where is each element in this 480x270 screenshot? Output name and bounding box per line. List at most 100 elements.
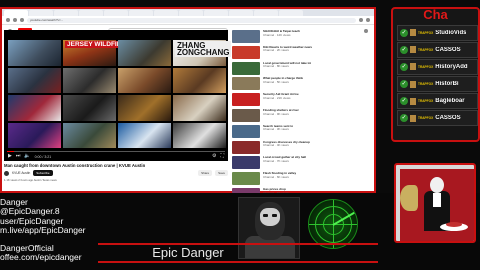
recommendation-text: Kiki Reacts to weird weather news Channel…	[263, 46, 312, 61]
chat-avatar	[410, 80, 416, 88]
recommendation-meta: Channel · 6K views	[263, 174, 289, 179]
recommendation-meta: Channel · 12K views	[263, 32, 291, 37]
extensions-icon[interactable]	[359, 18, 363, 22]
video-description[interactable]: 1.1K views 2 hours ago Austin Texas news	[4, 178, 228, 182]
chat-message: ✓ TRAPFOX HistorBi	[397, 76, 478, 92]
handle-line: Danger	[0, 198, 28, 207]
collage-tile	[8, 40, 61, 66]
recommendation-item[interactable]: Local crowd gather at city hall Channel ·…	[232, 156, 372, 171]
browser-tab[interactable]	[129, 10, 153, 16]
recommendation-thumbnail[interactable]	[232, 124, 260, 138]
recommendation-item[interactable]: Local government will not take lot Channe…	[232, 61, 372, 77]
channel-avatar[interactable]	[4, 170, 9, 176]
chat-badge: TRAPFOX	[418, 82, 434, 87]
chat-username: CASSOS	[435, 115, 461, 122]
browser-tab[interactable]	[79, 10, 103, 16]
mask-eye	[263, 214, 268, 217]
chat-badge: TRAPFOX	[418, 30, 434, 35]
chat-message: ✓ TRAPFOX StudioVids	[397, 25, 478, 41]
recommendation-thumbnail[interactable]	[232, 156, 260, 170]
handle-line: m.live/app/EpicDanger	[0, 226, 86, 236]
collage-tile	[63, 67, 116, 93]
check-icon: ✓	[400, 62, 408, 71]
recommendation-text: Local government will not take lot Channe…	[263, 62, 311, 77]
browser-tab[interactable]	[104, 10, 128, 16]
recommendation-thumbnail[interactable]	[232, 172, 260, 186]
collage-tile	[8, 122, 61, 148]
address-bar[interactable]: youtube.com/watch?v=...	[27, 17, 356, 23]
back-icon[interactable]	[6, 18, 10, 22]
recommendation-thumbnail[interactable]	[232, 45, 260, 59]
check-icon: ✓	[400, 97, 408, 106]
recommendation-thumbnail[interactable]	[232, 140, 260, 154]
chat-username: CASSOS	[435, 46, 461, 53]
browser-tab[interactable]	[154, 10, 178, 16]
share-button[interactable]: Share	[198, 170, 213, 176]
browser-tab[interactable]	[204, 10, 228, 16]
recommendation-thumbnail[interactable]	[232, 61, 260, 75]
recommendation-item[interactable]: Flooding shelters at river Channel · 9K v…	[232, 108, 372, 124]
collage-tile	[173, 95, 226, 121]
save-button[interactable]: Save	[215, 170, 228, 176]
chat-username: HistoryAdd	[435, 63, 468, 70]
browser-tab[interactable]	[229, 10, 253, 16]
browser-tab[interactable]	[4, 10, 28, 16]
recommendation-meta: Channel · 7K views	[263, 158, 289, 163]
recommendation-text: Flash flooding in valley Channel · 6K vie…	[263, 172, 296, 187]
recommendation-item[interactable]: Security Aid Grant Arrive Channel · 21K v…	[232, 93, 372, 108]
chat-username: HistorBi	[435, 81, 459, 88]
forward-icon[interactable]	[13, 18, 17, 22]
collage-tile	[118, 122, 171, 148]
fullscreen-icon[interactable]: ⛶	[220, 154, 224, 159]
recommendation-meta: Channel · 5K views	[263, 79, 289, 84]
chat-badge: TRAPFOX	[418, 116, 434, 121]
channel-name[interactable]: KVUE Austin	[12, 171, 30, 175]
recommendation-meta: Channel · 4K views	[263, 143, 289, 148]
recommendation-item[interactable]: What people in charge think Channel · 5K …	[232, 77, 372, 92]
recommendation-meta: Channel · 8K views	[263, 64, 289, 69]
check-icon: ✓	[400, 80, 408, 89]
recommendation-thumbnail[interactable]	[232, 108, 260, 122]
check-icon: ✓	[400, 45, 408, 54]
recommendation-item[interactable]: Search teams sent to Channel · 3K views	[232, 124, 372, 140]
chat-badge: TRAPFOX	[418, 47, 434, 52]
browser-tab[interactable]	[54, 10, 78, 16]
recommendation-item[interactable]: Congress discusses dry cleanup Channel · …	[232, 140, 372, 156]
recommendation-text: Congress discusses dry cleanup Channel · …	[263, 141, 310, 156]
skull-mask	[260, 208, 280, 226]
volume-icon[interactable]: 🔈	[24, 154, 30, 159]
recommendation-thumbnail[interactable]	[232, 30, 260, 43]
recommendation-text: Flooding shelters at river Channel · 9K v…	[263, 109, 299, 124]
browser-tab[interactable]	[279, 10, 303, 16]
profile-icon[interactable]	[366, 18, 370, 22]
video-player[interactable]: JERSEY WILDFIRE ZHANG ZONGCHANG ▶ ⏭ 🔈 0:…	[4, 30, 232, 161]
recommendation-item[interactable]: SHANGHAI & Taipei teach Channel · 12K vie…	[232, 30, 372, 45]
chat-avatar	[410, 46, 416, 54]
recommendation-text: SHANGHAI & Taipei teach Channel · 12K vie…	[263, 30, 300, 45]
collage-tile	[8, 95, 61, 121]
browser-tab[interactable]	[254, 10, 278, 16]
browser-tab[interactable]	[29, 10, 53, 16]
chat-avatar	[410, 114, 416, 122]
settings-icon[interactable]: ⚙	[212, 154, 216, 159]
subscribe-button[interactable]: Subscribe	[33, 170, 53, 176]
collage-tile: JERSEY WILDFIRE	[63, 40, 128, 66]
recommendation-text: Security Aid Grant Arrive Channel · 21K v…	[263, 93, 299, 108]
recommendation-item[interactable]: Kiki Reacts to weird weather news Channel…	[232, 45, 372, 61]
horn-image	[400, 185, 418, 211]
chat-username: StudioVids	[435, 29, 467, 36]
reload-icon[interactable]	[20, 18, 24, 22]
brand-name: Epic Danger	[152, 245, 224, 260]
recommendation-item[interactable]: Flash flooding in valley Channel · 6K vie…	[232, 172, 372, 187]
check-icon: ✓	[400, 114, 408, 123]
collage-tile	[8, 67, 61, 93]
recommendation-thumbnail[interactable]	[232, 77, 260, 91]
next-icon[interactable]: ⏭	[16, 154, 21, 159]
browser-tab[interactable]	[179, 10, 203, 16]
recommendation-thumbnail[interactable]	[232, 93, 260, 107]
recommendation-meta: Channel · 21K views	[263, 95, 291, 100]
promo-graphic	[394, 163, 476, 243]
check-icon: ✓	[400, 28, 408, 37]
play-icon[interactable]: ▶	[8, 154, 12, 159]
channel-row: KVUE Austin Subscribe Share Save	[4, 170, 228, 176]
